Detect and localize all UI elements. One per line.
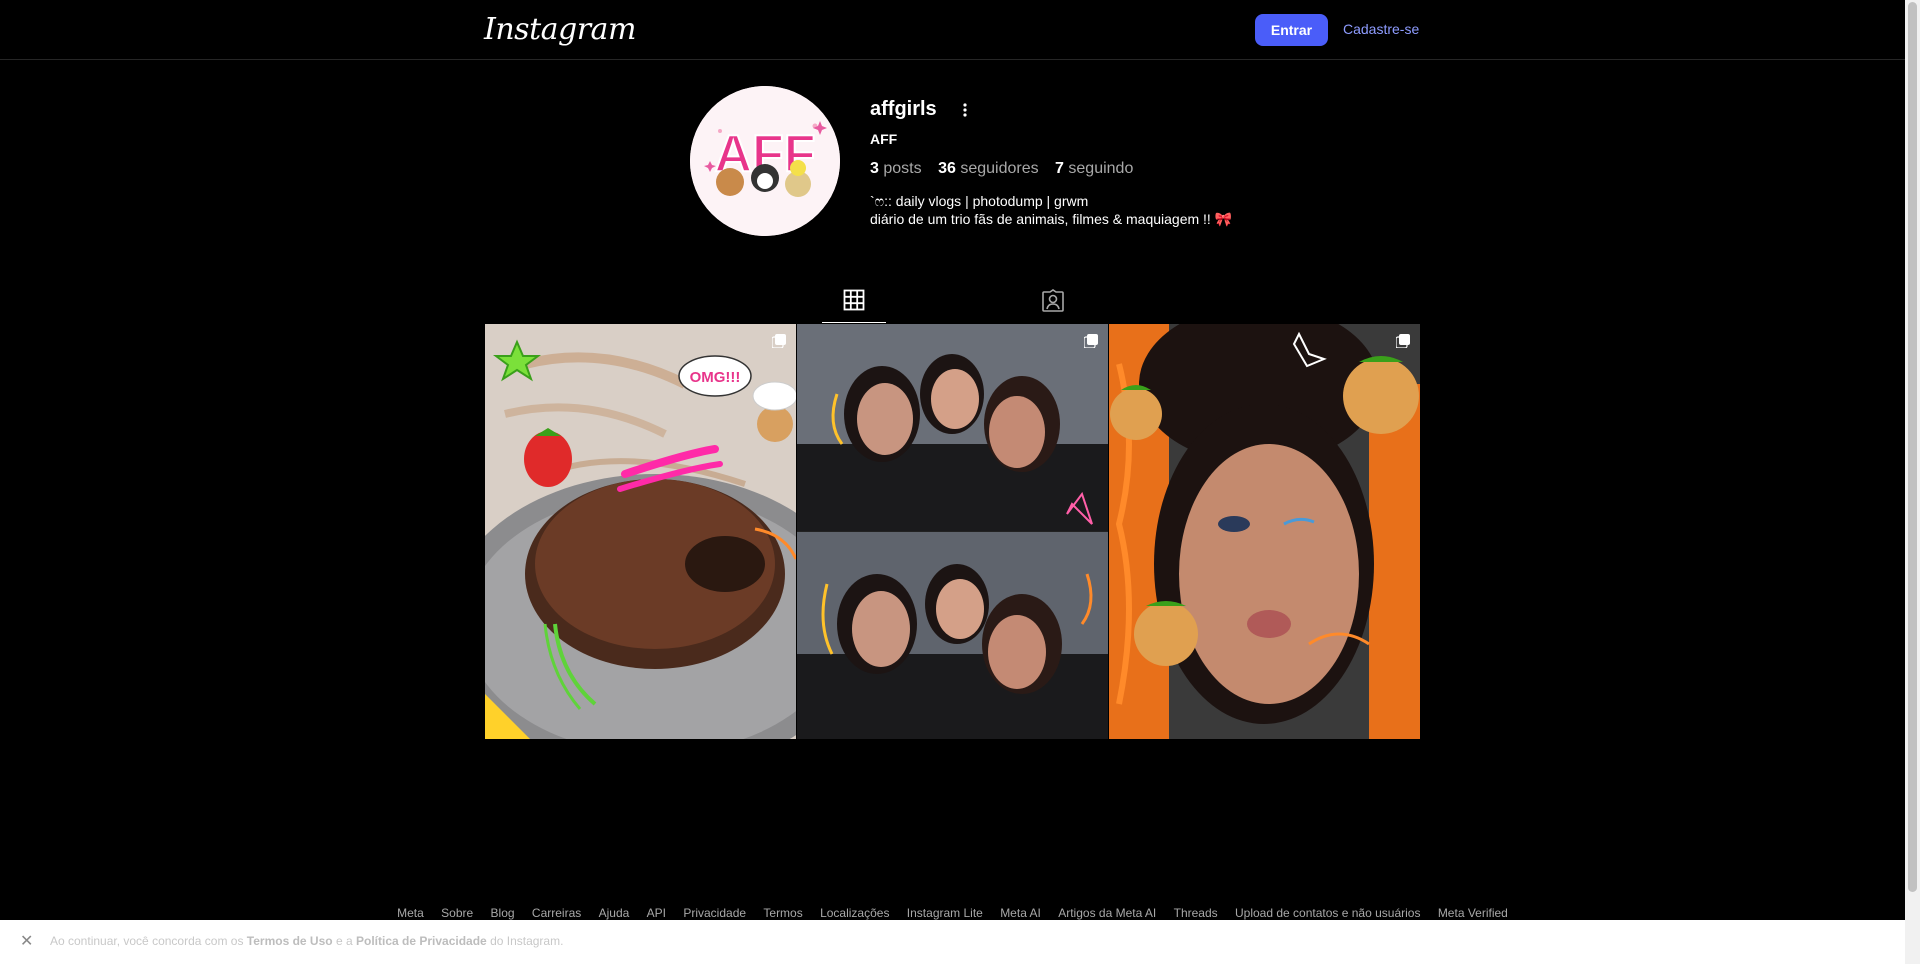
footer-link[interactable]: Artigos da Meta AI xyxy=(1058,906,1156,920)
instagram-logo[interactable]: Instagram xyxy=(484,12,636,47)
profile-username: affgirls xyxy=(870,98,937,120)
following-label: seguindo xyxy=(1068,160,1134,177)
profile-bio: `ෆ:: daily vlogs | photodump | grwm diár… xyxy=(870,192,1232,228)
signup-link[interactable]: Cadastre-se xyxy=(1343,21,1419,37)
following-stat[interactable]: 7 seguindo xyxy=(1055,160,1133,177)
avatar-image: AFF xyxy=(690,86,840,236)
footer-link[interactable]: Meta Verified xyxy=(1438,906,1508,920)
posts-stat: 3 posts xyxy=(870,160,922,177)
footer-links: Meta Sobre Blog Carreiras Ajuda API Priv… xyxy=(0,906,1905,920)
bio-line-1: `ෆ:: daily vlogs | photodump | grwm xyxy=(870,193,1089,209)
close-icon[interactable]: ✕ xyxy=(20,931,33,951)
footer-link[interactable]: Termos xyxy=(763,906,802,920)
tab-tagged[interactable] xyxy=(1020,285,1084,322)
post-sticker-text: OMG!!! xyxy=(690,369,741,386)
privacy-policy-link[interactable]: Política de Privacidade xyxy=(356,934,487,948)
profile-tabs xyxy=(485,285,1420,323)
page-scrollbar[interactable] xyxy=(1905,0,1920,964)
scrollbar-thumb[interactable] xyxy=(1908,2,1917,892)
footer-link[interactable]: Localizações xyxy=(820,906,889,920)
footer-link[interactable]: Sobre xyxy=(441,906,473,920)
posts-label: posts xyxy=(883,160,922,177)
footer-link[interactable]: Ajuda xyxy=(599,906,630,920)
profile-avatar[interactable]: AFF xyxy=(690,86,840,236)
followers-stat[interactable]: 36 seguidores xyxy=(938,160,1039,177)
terms-text: Ao continuar, você concorda com os Termo… xyxy=(50,934,563,948)
posts-count: 3 xyxy=(870,160,879,177)
followers-label: seguidores xyxy=(960,160,1039,177)
top-nav: Instagram Entrar Cadastre-se xyxy=(0,0,1905,60)
grid-icon xyxy=(843,289,865,311)
post-thumbnail-1[interactable]: OMG!!! xyxy=(485,324,796,739)
tagged-icon xyxy=(1042,289,1064,312)
terms-of-use-link[interactable]: Termos de Uso xyxy=(247,934,333,948)
footer-link[interactable]: Instagram Lite xyxy=(907,906,983,920)
multiple-photos-icon xyxy=(771,334,786,353)
post-thumbnail-3[interactable] xyxy=(1109,324,1420,739)
terms-and: e a xyxy=(335,934,353,948)
footer-link[interactable]: Meta AI xyxy=(1000,906,1041,920)
footer-link[interactable]: Upload de contatos e não usuários xyxy=(1235,906,1420,920)
footer-link[interactable]: Privacidade xyxy=(683,906,746,920)
posts-grid: OMG!!! xyxy=(485,324,1420,739)
profile-full-name: AFF xyxy=(870,131,898,147)
multiple-photos-icon xyxy=(1083,334,1098,353)
more-options-icon[interactable] xyxy=(960,100,970,120)
login-button[interactable]: Entrar xyxy=(1255,14,1328,46)
post-image-cake: OMG!!! xyxy=(485,324,796,739)
post-image-friends xyxy=(797,324,1108,739)
following-count: 7 xyxy=(1055,160,1064,177)
terms-banner: ✕ Ao continuar, você concorda com os Ter… xyxy=(0,920,1905,964)
post-thumbnail-2[interactable] xyxy=(797,324,1108,739)
tab-posts[interactable] xyxy=(822,285,886,323)
terms-suffix: do Instagram. xyxy=(490,934,564,948)
bio-line-2: diário de um trio fãs de animais, filmes… xyxy=(870,211,1233,227)
footer-link[interactable]: API xyxy=(647,906,666,920)
footer-link[interactable]: Meta xyxy=(397,906,424,920)
profile-stats: 3 posts 36 seguidores 7 seguindo xyxy=(870,160,1145,178)
terms-prefix: Ao continuar, você concorda com os xyxy=(50,934,244,948)
footer-link[interactable]: Carreiras xyxy=(532,906,581,920)
post-image-selfie xyxy=(1109,324,1420,739)
footer-link[interactable]: Blog xyxy=(491,906,515,920)
footer-link[interactable]: Threads xyxy=(1174,906,1218,920)
multiple-photos-icon xyxy=(1395,334,1410,353)
followers-count: 36 xyxy=(938,160,956,177)
